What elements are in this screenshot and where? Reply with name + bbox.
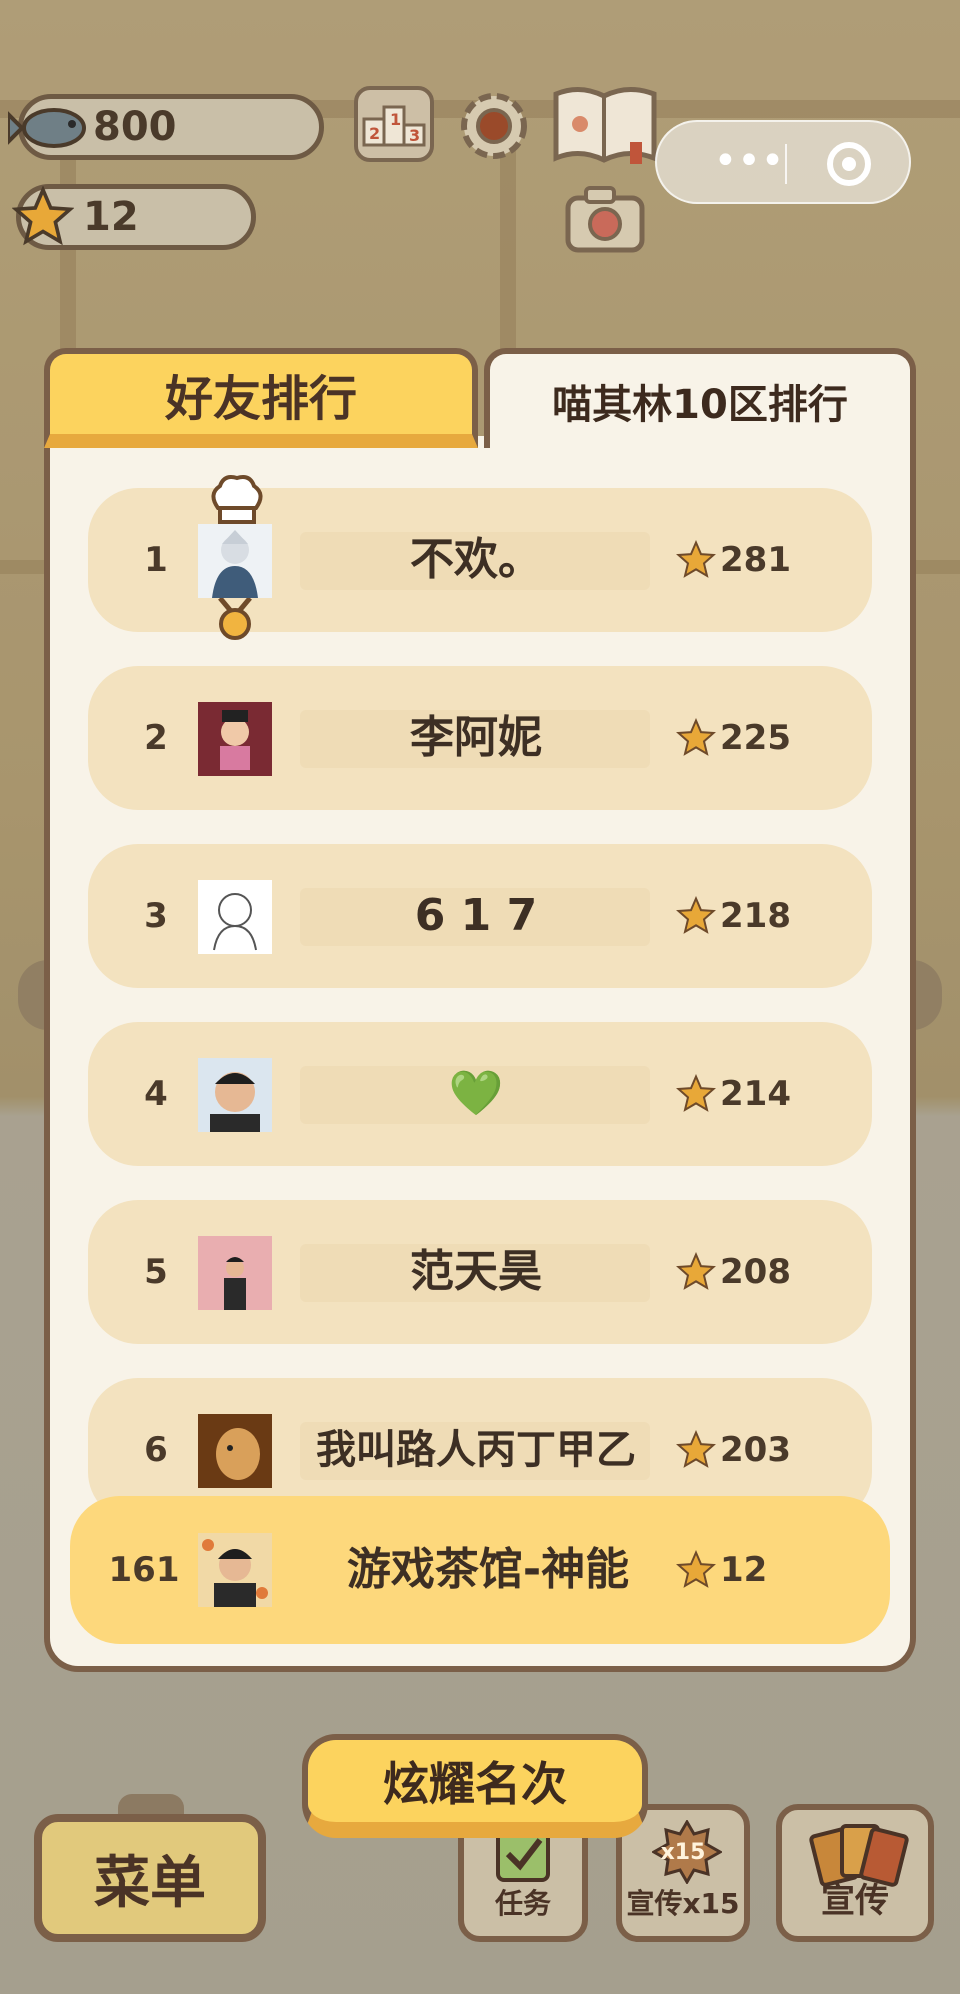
avatar	[198, 1236, 272, 1310]
ranking-row[interactable]: 2 李阿妮 225	[88, 666, 872, 810]
player-name: 李阿妮	[410, 712, 542, 763]
player-name: 游戏茶馆-神能	[346, 1544, 630, 1595]
star-icon	[12, 186, 74, 246]
fish-count: 800	[93, 104, 177, 150]
star-count: 12	[83, 194, 139, 240]
ranking-row[interactable]: 5 范天昊 208	[88, 1200, 872, 1344]
tab-friends-ranking[interactable]: 好友排行	[44, 348, 478, 448]
player-name: 💚	[448, 1068, 504, 1119]
player-name: 范天昊	[410, 1246, 542, 1297]
menu-button[interactable]: 菜单	[34, 1814, 266, 1942]
miniprogram-capsule: •••	[655, 120, 911, 204]
promote-badge-text: x15	[660, 1840, 706, 1865]
promote-label: 宣传	[821, 1881, 889, 1921]
star-icon	[676, 896, 716, 934]
player-name: 不欢。	[410, 534, 542, 585]
star-score: 214	[720, 1074, 791, 1114]
chef-hat-icon	[211, 475, 263, 524]
podium-icon: 1 2 3	[362, 105, 426, 147]
capsule-divider	[785, 144, 787, 184]
fish-icon	[8, 108, 86, 148]
ranking-row[interactable]: 3 6 1 7 218	[88, 844, 872, 988]
star-score: 225	[720, 718, 791, 758]
svg-text:1: 1	[390, 110, 401, 129]
recipe-book-icon[interactable]	[550, 84, 660, 168]
more-options-icon[interactable]: •••	[709, 141, 789, 182]
star-score: 12	[720, 1550, 768, 1590]
close-miniprogram-icon[interactable]	[827, 142, 871, 186]
leaderboard-button[interactable]: 1 2 3	[354, 86, 434, 162]
promote-button[interactable]: 宣传	[776, 1804, 934, 1942]
task-label: 任务	[494, 1887, 551, 1920]
player-name: 6 1 7	[414, 890, 538, 941]
star-icon	[676, 1430, 716, 1468]
avatar	[198, 1414, 272, 1488]
tab-server-ranking[interactable]: 喵其林10区排行	[484, 348, 916, 448]
avatar	[198, 702, 272, 776]
my-ranking-row[interactable]: 161 游戏茶馆-神能 12	[70, 1496, 890, 1644]
camera-icon[interactable]	[564, 184, 646, 256]
star-icon	[676, 1550, 716, 1588]
star-icon	[676, 1252, 716, 1290]
avatar	[198, 524, 272, 598]
ranking-row[interactable]: 1 不欢。 281	[88, 488, 872, 632]
star-score: 218	[720, 896, 791, 936]
show-off-ranking-button[interactable]: 炫耀名次	[302, 1734, 648, 1838]
settings-gear-icon[interactable]	[452, 84, 536, 168]
avatar	[198, 1533, 272, 1607]
star-icon	[676, 540, 716, 578]
gold-medal-icon	[218, 598, 252, 640]
star-icon	[676, 718, 716, 756]
svg-text:3: 3	[409, 126, 420, 145]
promote-x15-label: 宣传x15	[626, 1887, 740, 1920]
avatar	[198, 880, 272, 954]
avatar	[198, 1058, 272, 1132]
star-icon	[676, 1074, 716, 1112]
star-score: 208	[720, 1252, 791, 1292]
svg-text:2: 2	[369, 124, 380, 143]
star-score: 281	[720, 540, 791, 580]
ranking-row[interactable]: 4 💚 214	[88, 1022, 872, 1166]
